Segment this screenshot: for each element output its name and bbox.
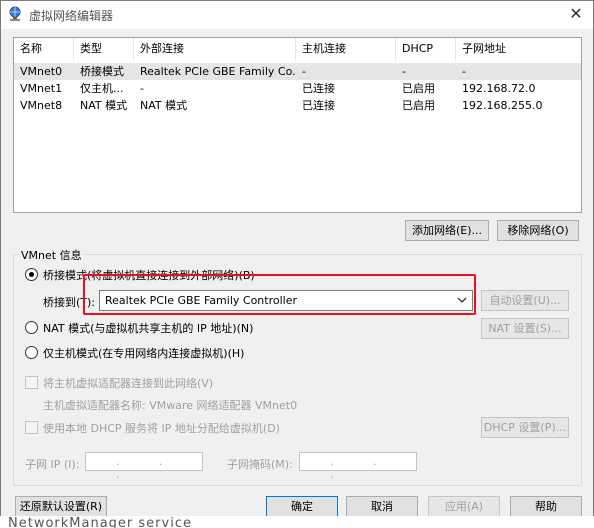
cell-host: 已连接 [302,99,335,112]
cancel-button[interactable]: 取消 [346,496,418,517]
connect-adapter-checkbox[interactable] [25,376,38,389]
cell-type: 仅主机... [80,82,124,95]
cell-subnet: - [462,65,466,78]
cell-external: NAT 模式 [140,99,188,112]
restore-defaults-button[interactable]: 还原默认设置(R) [15,496,107,517]
nat-mode-radio[interactable] [25,321,38,334]
subnet-mask-label: 子网掩码(M): [227,458,293,471]
column-header-name[interactable]: 名称 [14,38,74,60]
nat-mode-label[interactable]: NAT 模式(与虚拟机共享主机的 IP 地址)(N) [43,320,253,336]
vmnet-info-label: VMnet 信息 [19,247,84,263]
background-window-text: NetworkManager service [0,516,594,528]
network-globe-icon [9,6,21,21]
cell-subnet: 192.168.255.0 [462,99,543,112]
add-network-button[interactable]: 添加网络(E)... [405,220,489,241]
cell-name: VMnet0 [20,65,63,78]
table-row[interactable]: VMnet1 仅主机... - 已连接 已启用 192.168.72.0 [14,80,581,97]
column-header-subnet[interactable]: 子网地址 [456,38,582,60]
help-button[interactable]: 帮助 [510,496,582,517]
close-icon: ✕ [569,4,583,23]
table-row[interactable]: VMnet8 NAT 模式 NAT 模式 已连接 已启用 192.168.255… [14,97,581,114]
cell-host: - [302,65,306,78]
cell-dhcp: - [402,65,406,78]
cell-external: Realtek PCIe GBE Family Co... [140,65,296,78]
subnet-mask-placeholder: . . . [330,455,395,481]
apply-button[interactable]: 应用(A) [428,496,500,517]
use-dhcp-checkbox[interactable] [25,421,38,434]
network-list[interactable]: 名称 类型 外部连接 主机连接 DHCP 子网地址 VMnet0 桥接模式 Re… [13,37,582,213]
virtual-network-editor-window: 虚拟网络编辑器 ✕ 名称 类型 外部连接 主机连接 DHCP 子网地址 VMne… [0,0,594,528]
cell-dhcp: 已启用 [402,82,435,95]
background-text: NetworkManager service [8,516,192,528]
host-only-mode-radio[interactable] [25,346,38,359]
nat-settings-button[interactable]: NAT 设置(S)... [481,318,569,339]
subnet-ip-label: 子网 IP (I): [25,458,80,471]
adapter-name-label: 主机虚拟适配器名称: VMware 网络适配器 VMnet0 [43,399,298,412]
list-header: 名称 类型 外部连接 主机连接 DHCP 子网地址 [14,38,581,60]
connect-adapter-label[interactable]: 将主机虚拟适配器连接到此网络(V) [43,375,213,391]
cell-host: 已连接 [302,82,335,95]
dhcp-settings-button[interactable]: DHCP 设置(P)... [481,417,569,438]
subnet-ip-input[interactable]: . . . [85,452,203,481]
column-header-dhcp[interactable]: DHCP [396,38,456,60]
cell-external: - [140,82,144,95]
bridged-mode-radio[interactable] [25,268,38,281]
column-header-type[interactable]: 类型 [74,38,134,60]
column-header-host[interactable]: 主机连接 [296,38,396,60]
table-row[interactable]: VMnet0 桥接模式 Realtek PCIe GBE Family Co..… [14,63,581,80]
cell-subnet: 192.168.72.0 [462,82,536,95]
ok-button[interactable]: 确定 [266,496,338,517]
cell-type: 桥接模式 [80,65,124,78]
window-title: 虚拟网络编辑器 [29,9,114,23]
highlight-annotation-box [83,274,476,315]
cell-type: NAT 模式 [80,99,128,112]
cell-name: VMnet1 [20,82,63,95]
column-header-external[interactable]: 外部连接 [134,38,296,60]
close-button[interactable]: ✕ [559,1,593,29]
cell-name: VMnet8 [20,99,63,112]
subnet-mask-input[interactable]: . . . [299,452,417,481]
host-only-mode-label[interactable]: 仅主机模式(在专用网络内连接虚拟机)(H) [43,345,244,361]
use-dhcp-label[interactable]: 使用本地 DHCP 服务将 IP 地址分配给虚拟机(D) [43,420,280,436]
subnet-ip-placeholder: . . . [116,455,181,481]
remove-network-button[interactable]: 移除网络(O) [497,220,579,241]
title-bar: 虚拟网络编辑器 ✕ [1,1,593,29]
auto-settings-button[interactable]: 自动设置(U)... [481,290,569,311]
cell-dhcp: 已启用 [402,99,435,112]
